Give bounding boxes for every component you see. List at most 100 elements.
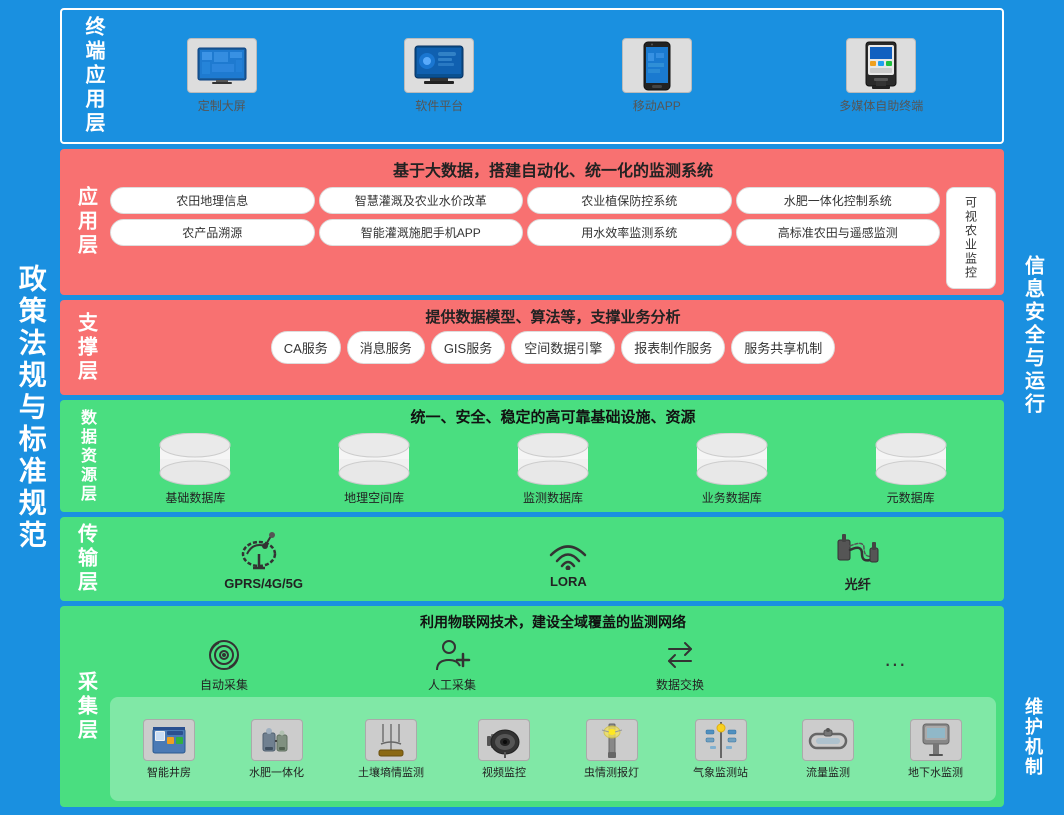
terminal-layer-label: 终端应用层 <box>72 16 108 136</box>
software-icon <box>404 38 474 93</box>
db-geo: 地理空间库 <box>334 433 414 506</box>
weather-label: 气象监测站 <box>693 764 748 780</box>
device-smart-well: 智能井房 <box>143 719 195 780</box>
support-tag-spatial: 空间数据引擎 <box>511 331 615 364</box>
device-video: 视频监控 <box>478 719 530 780</box>
app-tag-plant-protection: 农业植保防控系统 <box>527 187 732 214</box>
databases-row: 基础数据库 地理空间库 <box>110 433 996 506</box>
right-info-security-label: 信息安全与运行 <box>1010 8 1056 662</box>
kiosk-label: 多媒体自助终端 <box>839 97 923 114</box>
water-fertilizer-icon <box>251 719 303 761</box>
transport-layer-label: 传输层 <box>68 523 104 595</box>
support-tag-share: 服务共享机制 <box>731 331 835 364</box>
support-tag-gis: GIS服务 <box>431 331 505 364</box>
collection-title: 利用物联网技术，建设全域覆盖的监测网络 <box>110 612 996 632</box>
mobile-icon <box>622 38 692 93</box>
manual-collect-label: 人工采集 <box>428 676 476 693</box>
device-weather: 气象监测站 <box>693 719 748 780</box>
more-item: ··· <box>884 645 906 685</box>
data-layer-content: 统一、安全、稳定的高可靠基础设施、资源 基础数据库 <box>110 406 996 506</box>
more-dots-icon: ··· <box>884 645 906 683</box>
terminal-item-kiosk: 多媒体自助终端 <box>839 38 923 114</box>
water-fertilizer-label: 水肥一体化 <box>249 764 304 780</box>
transport-lora: LORA <box>541 530 595 589</box>
support-layer-content: 提供数据模型、算法等，支撑业务分析 CA服务 消息服务 GIS服务 空间数据引擎… <box>110 306 996 389</box>
flow-icon <box>802 719 854 761</box>
custom-screen-icon <box>187 38 257 93</box>
soil-moisture-label: 土壤墒情监测 <box>358 764 424 780</box>
db-meta: 元数据库 <box>871 433 951 506</box>
device-flow: 流量监测 <box>802 719 854 780</box>
auto-collect-label: 自动采集 <box>200 676 248 693</box>
app-tag-farmland: 农田地理信息 <box>110 187 315 214</box>
main-wrapper: 政策法规与标准规范 终端应用层 <box>0 0 1064 815</box>
db-monitor: 监测数据库 <box>513 433 593 506</box>
custom-screen-label: 定制大屏 <box>198 97 246 114</box>
video-icon <box>478 719 530 761</box>
db-monitor-label: 监测数据库 <box>523 489 583 506</box>
pest-label: 虫情测报灯 <box>584 764 639 780</box>
transport-fiber: 光纤 <box>834 526 882 593</box>
data-exchange-label: 数据交换 <box>656 676 704 693</box>
transport-content: GPRS/4G/5G LORA <box>110 523 996 595</box>
wifi-icon <box>541 530 595 570</box>
app-layer-title: 基于大数据，搭建自动化、统一化的监测系统 <box>110 155 996 183</box>
support-layer: 支撑层 提供数据模型、算法等，支撑业务分析 CA服务 消息服务 GIS服务 空间… <box>60 300 1004 395</box>
left-policy-label: 政策法规与标准规范 <box>8 8 54 807</box>
pest-icon <box>586 719 638 761</box>
device-water-fertilizer: 水肥一体化 <box>249 719 304 780</box>
mobile-label: 移动APP <box>633 97 681 114</box>
app-tag-water-fertilizer: 水肥一体化控制系统 <box>736 187 941 214</box>
terminal-icons: 定制大屏 <box>118 38 992 114</box>
right-maintenance-label: 维护机制 <box>1010 667 1056 807</box>
db-geo-label: 地理空间库 <box>344 489 404 506</box>
db-basic-label: 基础数据库 <box>165 489 225 506</box>
gprs-label: GPRS/4G/5G <box>224 576 303 591</box>
db-business-label: 业务数据库 <box>702 489 762 506</box>
auto-collect-item: 自动采集 <box>200 636 248 693</box>
data-resource-layer: 数据资源层 统一、安全、稳定的高可靠基础设施、资源 基础数据库 <box>60 400 1004 512</box>
app-tag-traceability: 农产品溯源 <box>110 219 315 246</box>
person-plus-icon <box>433 636 471 674</box>
video-label: 视频监控 <box>482 764 526 780</box>
db-basic: 基础数据库 <box>155 433 235 506</box>
support-tags: CA服务 消息服务 GIS服务 空间数据引擎 报表制作服务 服务共享机制 <box>110 331 996 364</box>
device-pest: 虫情测报灯 <box>584 719 639 780</box>
soil-moisture-icon <box>365 719 417 761</box>
support-layer-title: 提供数据模型、算法等，支撑业务分析 <box>110 306 996 327</box>
flow-label: 流量监测 <box>806 764 850 780</box>
support-tag-ca: CA服务 <box>271 331 341 364</box>
data-layer-title: 统一、安全、稳定的高可靠基础设施、资源 <box>110 406 996 427</box>
app-tag-water-efficiency: 用水效率监测系统 <box>527 219 732 246</box>
devices-row: 智能井房 <box>110 697 996 801</box>
terminal-item-custom-screen: 定制大屏 <box>187 38 257 114</box>
right-side-labels: 信息安全与运行 维护机制 <box>1010 8 1056 807</box>
terminal-layer: 终端应用层 <box>60 8 1004 144</box>
collection-content: 利用物联网技术，建设全域覆盖的监测网络 自动采集 <box>110 612 996 801</box>
groundwater-icon <box>910 719 962 761</box>
transport-layer: 传输层 GPRS/4G/5G <box>60 517 1004 601</box>
smart-well-label: 智能井房 <box>147 764 191 780</box>
main-content-area: 终端应用层 <box>60 8 1004 807</box>
db-meta-label: 元数据库 <box>887 489 935 506</box>
app-tag-irrigation: 智慧灌溉及农业水价改革 <box>319 187 524 214</box>
kiosk-icon <box>846 38 916 93</box>
terminal-item-mobile: 移动APP <box>622 38 692 114</box>
device-soil-moisture: 土壤墒情监测 <box>358 719 424 780</box>
fiber-icon <box>834 526 882 570</box>
manual-collect-item: 人工采集 <box>428 636 476 693</box>
application-layer: 应用层 基于大数据，搭建自动化、统一化的监测系统 农田地理信息 智慧灌溉及农业水… <box>60 149 1004 295</box>
data-exchange-icon <box>661 636 699 674</box>
data-layer-label: 数据资源层 <box>68 406 104 506</box>
smart-well-icon <box>143 719 195 761</box>
app-tag-high-standard: 高标准农田与遥感监测 <box>736 219 941 246</box>
fiber-label: 光纤 <box>845 574 871 593</box>
support-tag-report: 报表制作服务 <box>621 331 725 364</box>
satellite-dish-icon <box>239 528 289 572</box>
transport-gprs: GPRS/4G/5G <box>224 528 303 591</box>
support-tag-msg: 消息服务 <box>347 331 425 364</box>
auto-collect-icon <box>205 636 243 674</box>
lora-label: LORA <box>550 574 587 589</box>
device-groundwater: 地下水监测 <box>908 719 963 780</box>
db-business: 业务数据库 <box>692 433 772 506</box>
